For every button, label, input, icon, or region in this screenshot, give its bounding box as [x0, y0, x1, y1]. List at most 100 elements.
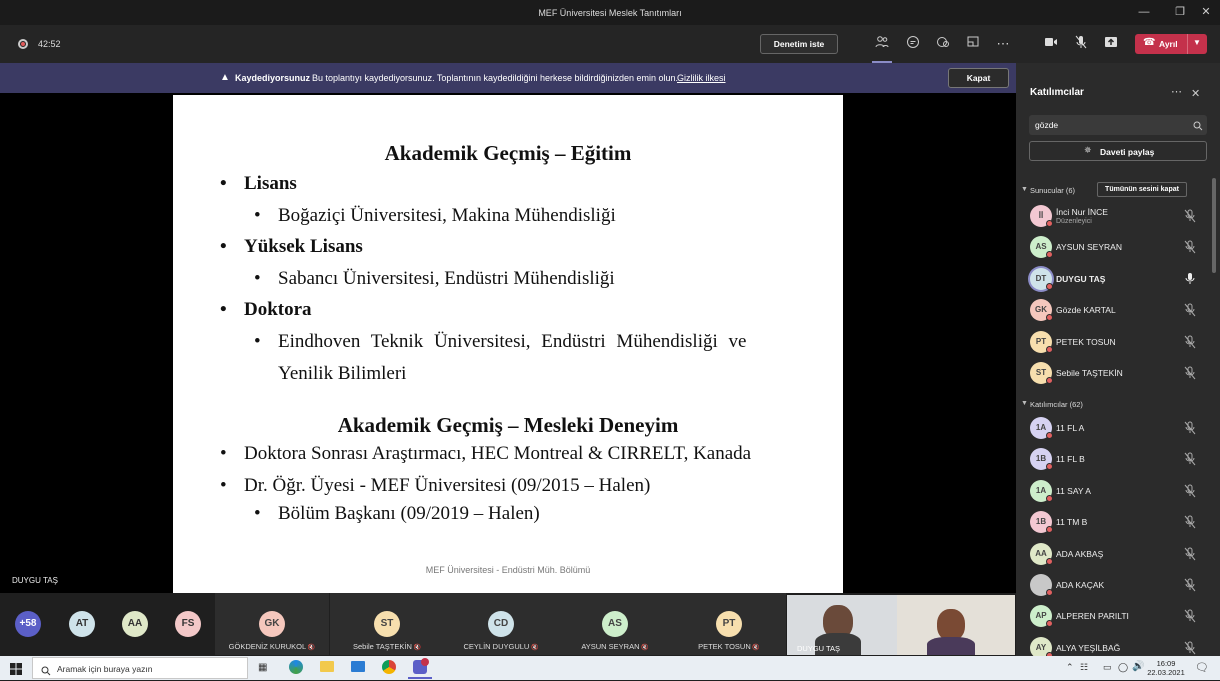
mail-icon[interactable] — [351, 661, 365, 672]
share-tray-icon[interactable] — [1102, 35, 1120, 53]
participant-row[interactable]: PT PETEK TOSUN — [1016, 328, 1220, 358]
mute-all-button[interactable]: Tümünün sesini kapat — [1097, 182, 1187, 197]
participant-row[interactable]: 1B 11 TM B — [1016, 508, 1220, 538]
reactions-icon[interactable] — [934, 35, 952, 53]
tile-name-text: PETEK TOSUN — [698, 642, 751, 651]
participants-icon[interactable] — [873, 35, 891, 53]
task-view-icon[interactable]: ▦ — [258, 662, 267, 673]
network-icon[interactable]: ☷ — [1080, 662, 1088, 673]
tile-mic-off-icon: 🔇 — [750, 645, 760, 651]
strip-avatar[interactable]: AT — [69, 611, 95, 637]
strip-avatar[interactable]: AA — [122, 611, 148, 637]
leave-dropdown-icon[interactable]: ▼ — [1193, 38, 1201, 47]
panel-title: Katılımcılar — [1030, 87, 1084, 98]
share-invite-button[interactable]: ✵ Daveti paylaş — [1029, 141, 1207, 161]
participant-name: ADA AKBAŞ — [1056, 548, 1104, 559]
participant-tile[interactable]: GK GÖKDENİZ KURUKOL 🔇 — [215, 593, 329, 655]
teams-icon[interactable] — [413, 658, 429, 674]
strip-avatar[interactable]: FS — [175, 611, 201, 637]
slide-bullet-item: • Doktora — [220, 299, 312, 321]
participant-row[interactable]: AA ADA AKBAŞ — [1016, 540, 1220, 570]
status-dot — [1046, 314, 1053, 322]
participant-name: 11 SAY A — [1056, 485, 1091, 496]
participant-name: 11 FL B — [1056, 454, 1085, 465]
participant-row[interactable]: 1A 11 FL A — [1016, 414, 1220, 444]
volume-icon[interactable]: 🔊 — [1132, 661, 1144, 672]
slide-bullet-item: • Yüksek Lisans — [220, 236, 363, 258]
panel-close-icon[interactable]: ✕ — [1191, 87, 1200, 100]
bullet-text: Lisans — [244, 173, 297, 194]
tile-name: CEYLİN DUYGULU 🔇 — [444, 642, 558, 651]
participant-name: Sebile TAŞTEKİN — [1056, 368, 1123, 378]
participant-tile[interactable]: AS AYSUN SEYRAN 🔇 — [558, 593, 672, 655]
slide-bullet-item: • Lisans — [220, 173, 297, 195]
participant-name: PETEK TOSUN — [1056, 336, 1116, 347]
request-control-button[interactable]: Denetim iste — [760, 34, 838, 54]
privacy-policy-link[interactable]: Gizlilik ilkesi — [677, 73, 726, 83]
minimize-icon[interactable]: — — [1136, 4, 1152, 20]
file-explorer-icon[interactable] — [320, 661, 334, 672]
title-bar: MEF Üniversitesi Meslek Tanıtımları — ❐ … — [0, 0, 1220, 25]
leave-button[interactable]: ☎ Ayrıl ▼ — [1135, 34, 1207, 54]
participant-row[interactable]: AP ALPEREN PARILTI — [1016, 602, 1220, 632]
close-banner-button[interactable]: Kapat — [948, 68, 1009, 88]
participant-row[interactable]: 1A 11 SAY A — [1016, 477, 1220, 507]
presenter-label: DUYGU TAŞ — [12, 576, 58, 585]
participant-search-input[interactable] — [1035, 118, 1185, 132]
presenters-collapse-icon[interactable]: ▼ — [1021, 186, 1028, 193]
participant-row[interactable]: ADA KAÇAK — [1016, 571, 1220, 601]
wifi-icon[interactable]: ◯ — [1118, 662, 1128, 673]
taskbar-search-box[interactable]: Aramak için buraya yazın — [32, 657, 248, 679]
participant-row[interactable]: DT DUYGU TAŞ — [1016, 265, 1220, 295]
chrome-icon[interactable] — [382, 660, 396, 674]
system-tray-icons[interactable]: ⌃ — [1066, 662, 1074, 673]
notifications-icon[interactable]: 🗨 — [1195, 661, 1209, 674]
video-feed-duygu: DUYGU TAŞ — [787, 595, 1015, 655]
participant-name: ADA KAÇAK — [1056, 580, 1105, 590]
panel-scrollbar[interactable] — [1212, 178, 1216, 273]
mic-off-icon — [1184, 421, 1196, 435]
mic-off-icon — [1184, 515, 1196, 529]
more-options-icon[interactable]: ⋯ — [994, 35, 1012, 53]
meeting-toolbar: 42:52 Denetim iste ⋯ ☎ Ayrıl ▼ — [0, 25, 1220, 63]
participant-row[interactable]: GK Gözde KARTAL — [1016, 296, 1220, 326]
tile-name-text: CEYLİN DUYGULU — [463, 642, 530, 651]
bullet-text: Doktora — [244, 299, 312, 320]
windows-start-icon[interactable] — [10, 662, 22, 680]
search-icon[interactable] — [1193, 118, 1203, 136]
status-dot — [1046, 526, 1053, 534]
participant-tile[interactable]: ST Sebile TAŞTEKİN 🔇 — [330, 593, 444, 655]
participant-row[interactable]: 1B 11 FL B — [1016, 445, 1220, 475]
tile-name: Sebile TAŞTEKİN 🔇 — [330, 642, 444, 651]
edge-icon[interactable] — [289, 660, 303, 674]
participant-search[interactable] — [1029, 115, 1207, 135]
slide-experience-item: • Dr. Öğr. Üyesi - MEF Üniversitesi (09/2… — [220, 475, 650, 497]
participant-row[interactable]: AS AYSUN SEYRAN — [1016, 233, 1220, 263]
warning-icon: ▲ — [220, 72, 230, 83]
leave-label: Ayrıl — [1159, 39, 1178, 49]
participant-name: 11 TM B — [1056, 517, 1088, 528]
taskbar-clock[interactable]: 16:09 22.03.2021 — [1146, 659, 1186, 677]
overflow-count[interactable]: +58 — [15, 611, 41, 637]
share-invite-label: Daveti paylaş — [1100, 147, 1155, 157]
tile-avatar: ST — [374, 611, 400, 637]
tile-avatar: AS — [602, 611, 628, 637]
battery-icon[interactable]: ▭ — [1103, 662, 1112, 673]
attendees-collapse-icon[interactable]: ▼ — [1021, 400, 1028, 407]
close-window-icon[interactable]: ✕ — [1198, 4, 1214, 20]
maximize-icon[interactable]: ❐ — [1172, 4, 1188, 20]
mic-off-icon[interactable] — [1072, 35, 1090, 53]
camera-icon[interactable] — [1042, 35, 1060, 53]
mic-on-icon — [1184, 272, 1196, 286]
participant-row[interactable]: ST Sebile TAŞTEKİN — [1016, 359, 1220, 389]
participant-tile[interactable]: CD CEYLİN DUYGULU 🔇 — [444, 593, 558, 655]
tile-mic-off-icon: 🔇 — [411, 645, 422, 651]
participant-row[interactable]: İİ İnci Nur İNCE Düzenleyici — [1016, 202, 1220, 232]
tile-name: AYSUN SEYRAN 🔇 — [558, 642, 672, 651]
status-dot — [1046, 220, 1053, 227]
participant-tile[interactable]: PT PETEK TOSUN 🔇 — [672, 593, 786, 655]
participant-name: İnci Nur İNCE — [1056, 207, 1108, 217]
chat-icon[interactable] — [904, 35, 922, 53]
share-screen-icon[interactable] — [964, 35, 982, 53]
panel-more-icon[interactable]: ⋯ — [1171, 85, 1182, 98]
